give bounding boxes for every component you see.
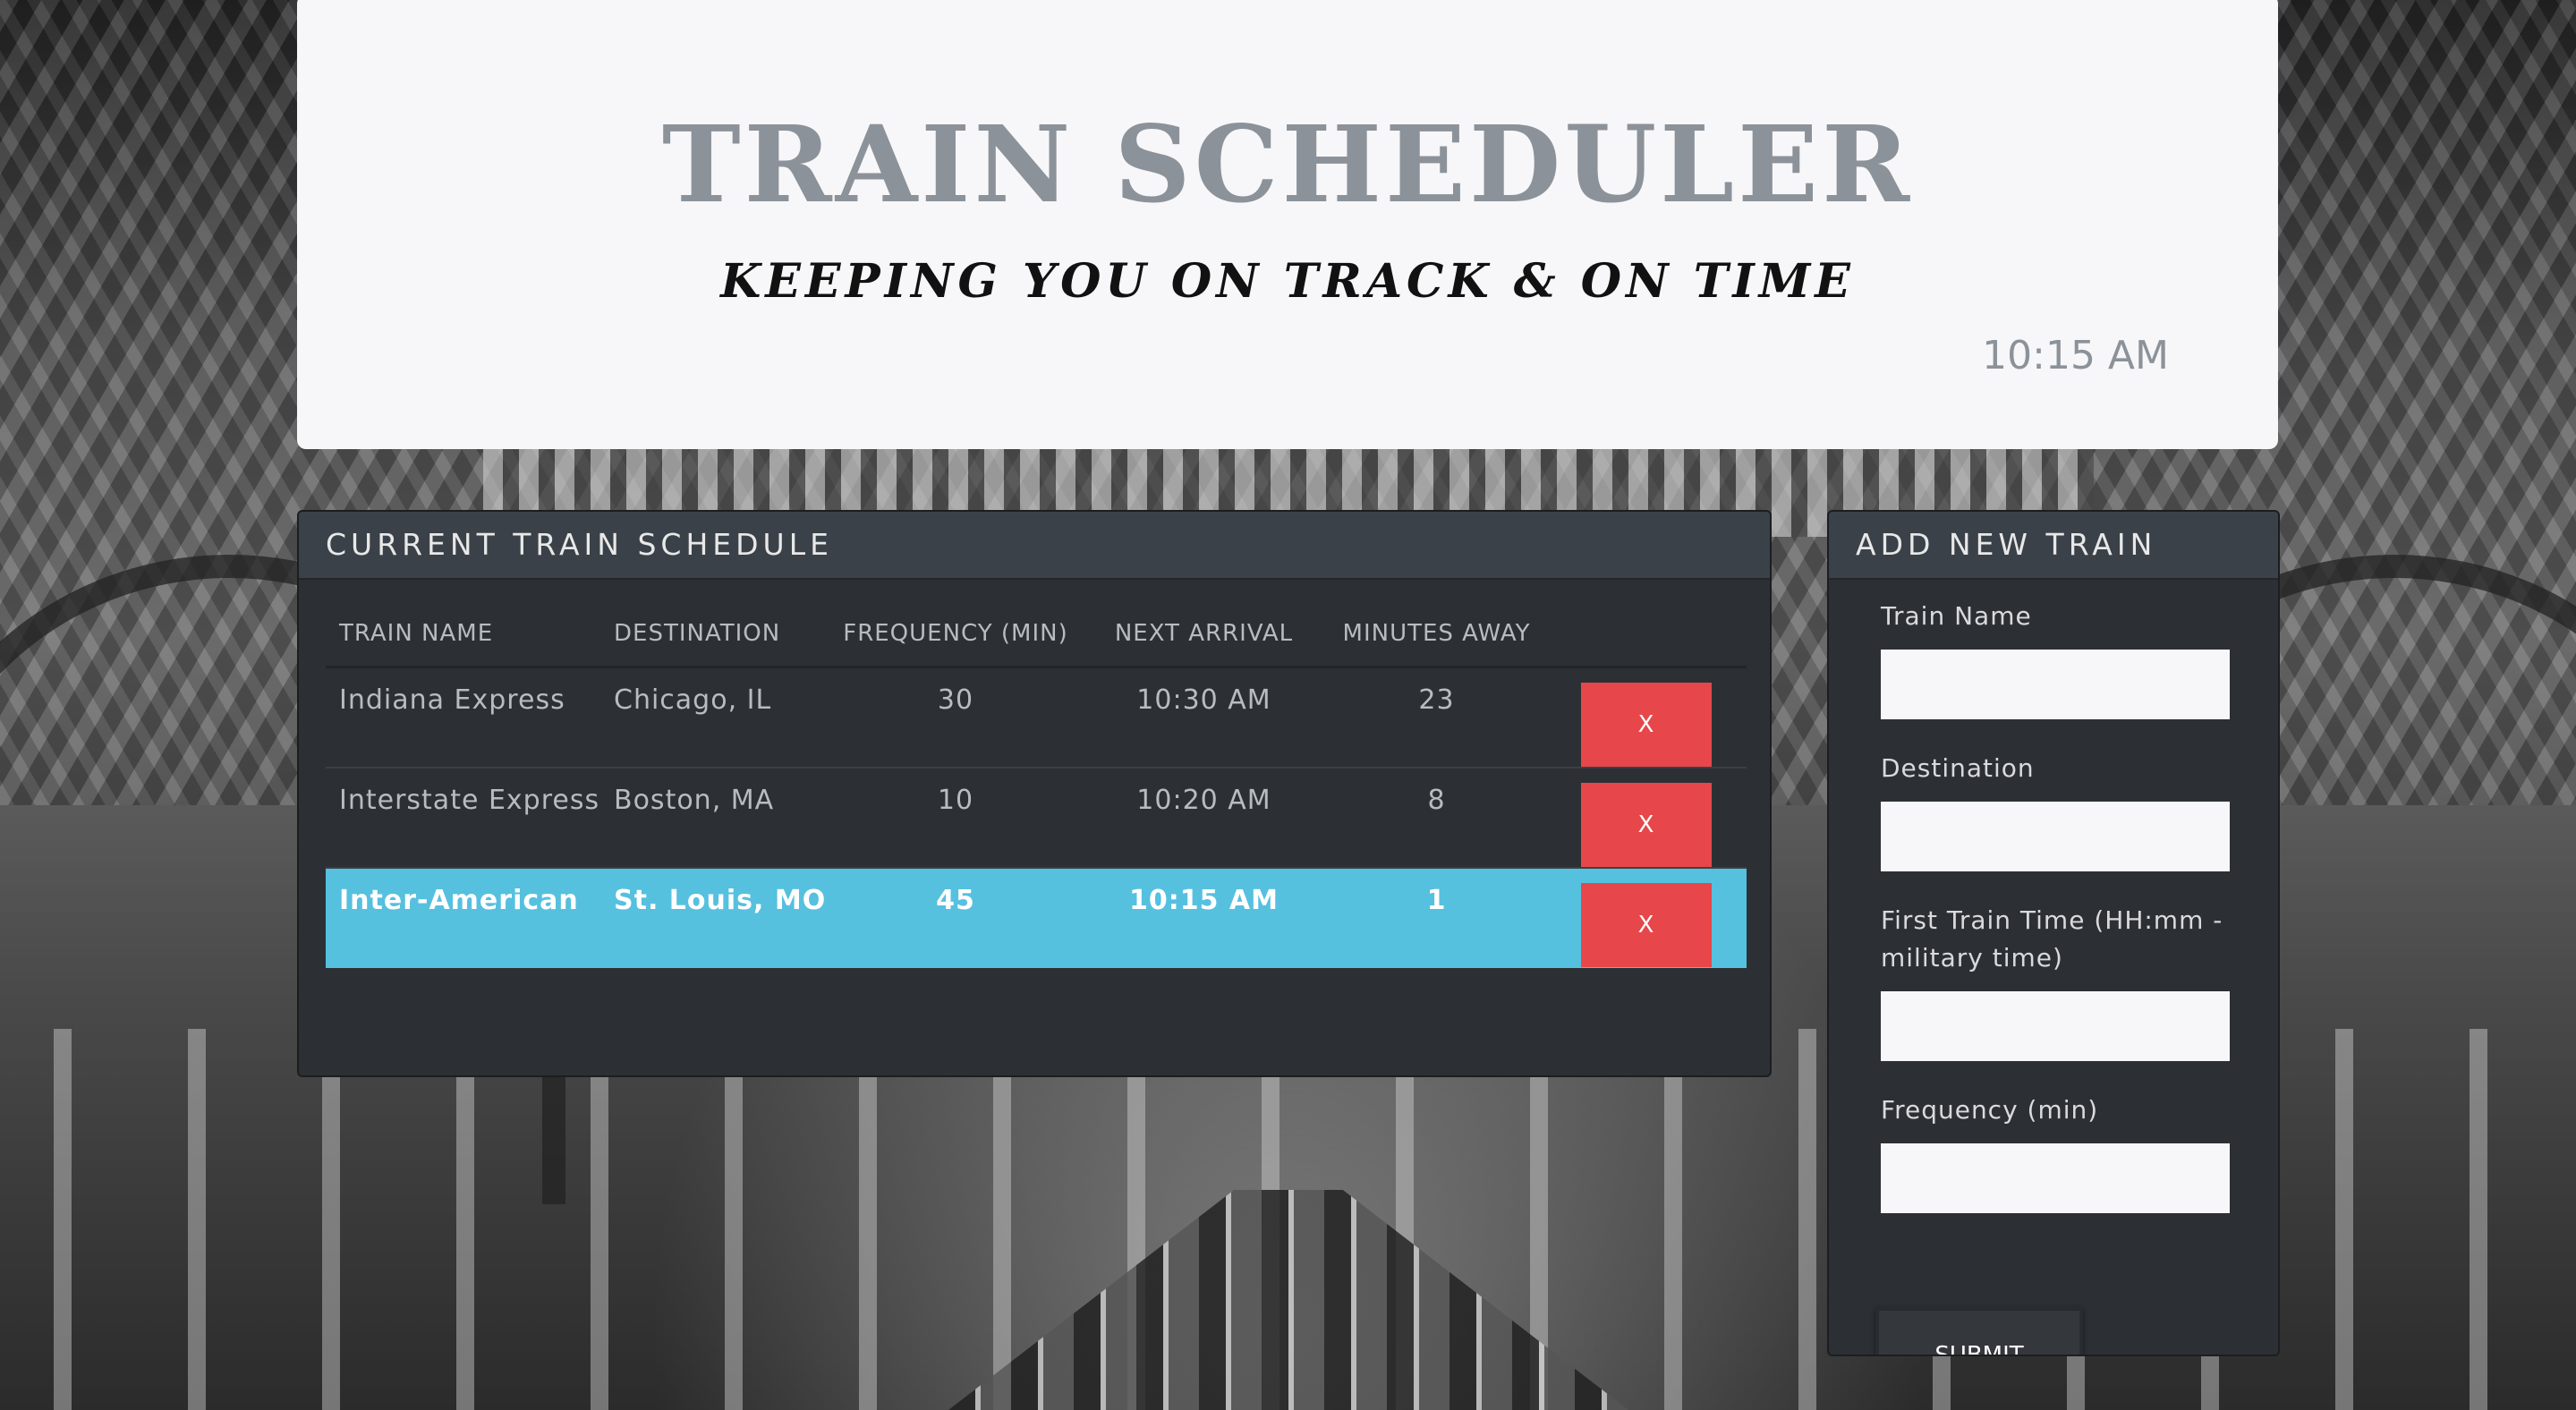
column-header-actions (1545, 601, 1747, 668)
train-name-input[interactable] (1881, 650, 2230, 719)
destination-cell: Chicago, IL (614, 666, 831, 768)
train-name-cell: Inter-American (326, 867, 614, 968)
delete-train-button[interactable]: X (1580, 783, 1712, 867)
actions-cell: X (1545, 666, 1747, 768)
destination-cell: Boston, MA (614, 767, 831, 868)
minutes-away-cell: 23 (1328, 666, 1545, 768)
destination-label: Destination (1881, 753, 2035, 783)
frequency-cell: 30 (831, 666, 1080, 768)
frequency-input[interactable] (1881, 1143, 2230, 1213)
table-row: Indiana Express Chicago, IL 30 10:30 AM … (326, 666, 1747, 768)
destination-input[interactable] (1881, 802, 2230, 871)
column-header-train-name: TRAIN NAME (326, 601, 614, 668)
actions-cell: X (1545, 767, 1747, 868)
header-jumbotron: TRAIN SCHEDULER KEEPING YOU ON TRACK & O… (297, 0, 2278, 449)
destination-cell: St. Louis, MO (614, 867, 831, 968)
table-header-row: TRAIN NAME DESTINATION FREQUENCY (MIN) N… (326, 601, 1747, 668)
train-name-label: Train Name (1881, 601, 2032, 631)
first-train-time-label: First Train Time (HH:mm - military time) (1881, 905, 2223, 973)
train-name-cell: Indiana Express (326, 666, 614, 768)
delete-train-button[interactable]: X (1580, 883, 1712, 967)
schedule-heading: CURRENT TRAIN SCHEDULE (299, 512, 1770, 580)
minutes-away-cell: 8 (1328, 767, 1545, 868)
column-header-frequency: FREQUENCY (MIN) (831, 601, 1080, 668)
next-arrival-cell: 10:30 AM (1080, 666, 1328, 768)
column-header-destination: DESTINATION (614, 601, 831, 668)
add-train-card: ADD NEW TRAIN Train Name Destination Fir… (1827, 510, 2280, 1356)
next-arrival-cell: 10:20 AM (1080, 767, 1328, 868)
frequency-cell: 45 (831, 867, 1080, 968)
app-title: TRAIN SCHEDULER (661, 102, 1914, 226)
actions-cell: X (1545, 867, 1747, 968)
next-arrival-cell: 10:15 AM (1080, 867, 1328, 968)
frequency-label: Frequency (min) (1881, 1095, 2099, 1125)
current-time: 10:15 AM (1982, 333, 2169, 378)
column-header-minutes-away: MINUTES AWAY (1328, 601, 1545, 668)
first-train-time-input[interactable] (1881, 991, 2230, 1061)
schedule-table: TRAIN NAME DESTINATION FREQUENCY (MIN) N… (326, 601, 1747, 968)
minutes-away-cell: 1 (1328, 867, 1545, 968)
train-name-cell: Interstate Express (326, 767, 614, 868)
submit-button[interactable]: SUBMIT (1875, 1307, 2083, 1355)
frequency-cell: 10 (831, 767, 1080, 868)
table-row-highlighted: Inter-American St. Louis, MO 45 10:15 AM… (326, 867, 1747, 968)
table-row: Interstate Express Boston, MA 10 10:20 A… (326, 767, 1747, 868)
delete-train-button[interactable]: X (1580, 683, 1712, 767)
schedule-card: CURRENT TRAIN SCHEDULE TRAIN NAME DESTIN… (297, 510, 1772, 1077)
add-train-heading: ADD NEW TRAIN (1829, 512, 2278, 580)
app-subtitle: KEEPING YOU ON TRACK & ON TIME (720, 254, 1855, 309)
add-train-form: Train Name Destination First Train Time … (1875, 598, 2230, 1355)
column-header-next-arrival: NEXT ARRIVAL (1080, 601, 1328, 668)
